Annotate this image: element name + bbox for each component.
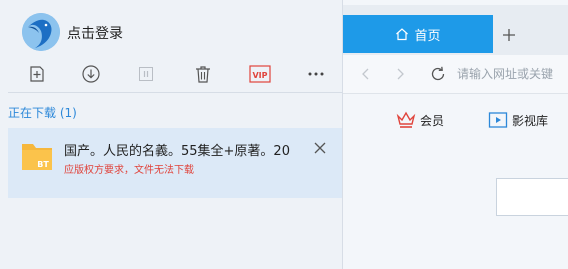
task-status: 应版权方要求，文件无法下载 <box>64 165 194 176</box>
vip-label: VIP <box>252 71 267 80</box>
remove-task-button[interactable] <box>312 140 328 156</box>
home-icon <box>395 27 409 41</box>
vip-icon: VIP <box>249 65 271 83</box>
vip-link-label: 会员 <box>420 113 445 128</box>
video-library-icon <box>488 112 508 128</box>
bt-folder-icon: BT <box>21 140 53 171</box>
back-button[interactable] <box>359 67 373 81</box>
browser-panel: 首页 会员 <box>343 0 568 269</box>
video-library-link[interactable]: 影视库 <box>488 111 548 129</box>
divider <box>8 92 342 93</box>
download-task-row[interactable]: BT 国产。人民的名義。55集全+原著。20 应版权方要求，文件无法下载 <box>8 128 342 198</box>
task-title: 国产。人民的名義。55集全+原著。20 <box>64 144 290 159</box>
vip-button[interactable]: VIP <box>248 62 272 86</box>
download-icon <box>82 65 100 83</box>
download-panel: 点击登录 VIP 正在下载 (1) BT 国产。人民的名義。55集全+原著。20… <box>0 0 343 269</box>
pause-icon <box>139 67 153 81</box>
chevron-left-icon <box>362 68 369 80</box>
address-bar <box>343 55 568 94</box>
downloading-section-label[interactable]: 正在下载 (1) <box>8 104 77 121</box>
crown-icon <box>396 111 416 128</box>
bt-badge: BT <box>37 160 49 169</box>
trash-icon <box>196 66 210 83</box>
more-icon <box>308 72 324 76</box>
url-input[interactable] <box>457 61 568 87</box>
delete-button[interactable] <box>191 62 215 86</box>
tab-home-label: 首页 <box>414 28 441 44</box>
new-task-button[interactable] <box>25 62 49 86</box>
add-task-icon <box>30 66 44 82</box>
close-icon <box>314 142 326 154</box>
start-download-button[interactable] <box>79 62 103 86</box>
refresh-icon <box>431 66 445 81</box>
bird-logo-icon <box>22 13 60 51</box>
login-link[interactable]: 点击登录 <box>67 23 123 43</box>
more-button[interactable] <box>304 62 328 86</box>
home-page: 会员 影视库 <box>343 94 568 269</box>
refresh-button[interactable] <box>429 65 447 83</box>
forward-button[interactable] <box>393 67 407 81</box>
search-box[interactable] <box>496 178 568 216</box>
plus-icon <box>503 29 515 41</box>
pause-button[interactable] <box>134 62 158 86</box>
tab-home[interactable]: 首页 <box>343 15 493 53</box>
chevron-right-icon <box>397 68 404 80</box>
new-tab-button[interactable] <box>501 27 517 43</box>
vip-link[interactable]: 会员 <box>396 111 444 129</box>
avatar[interactable] <box>22 13 60 51</box>
video-library-link-label: 影视库 <box>512 113 549 128</box>
